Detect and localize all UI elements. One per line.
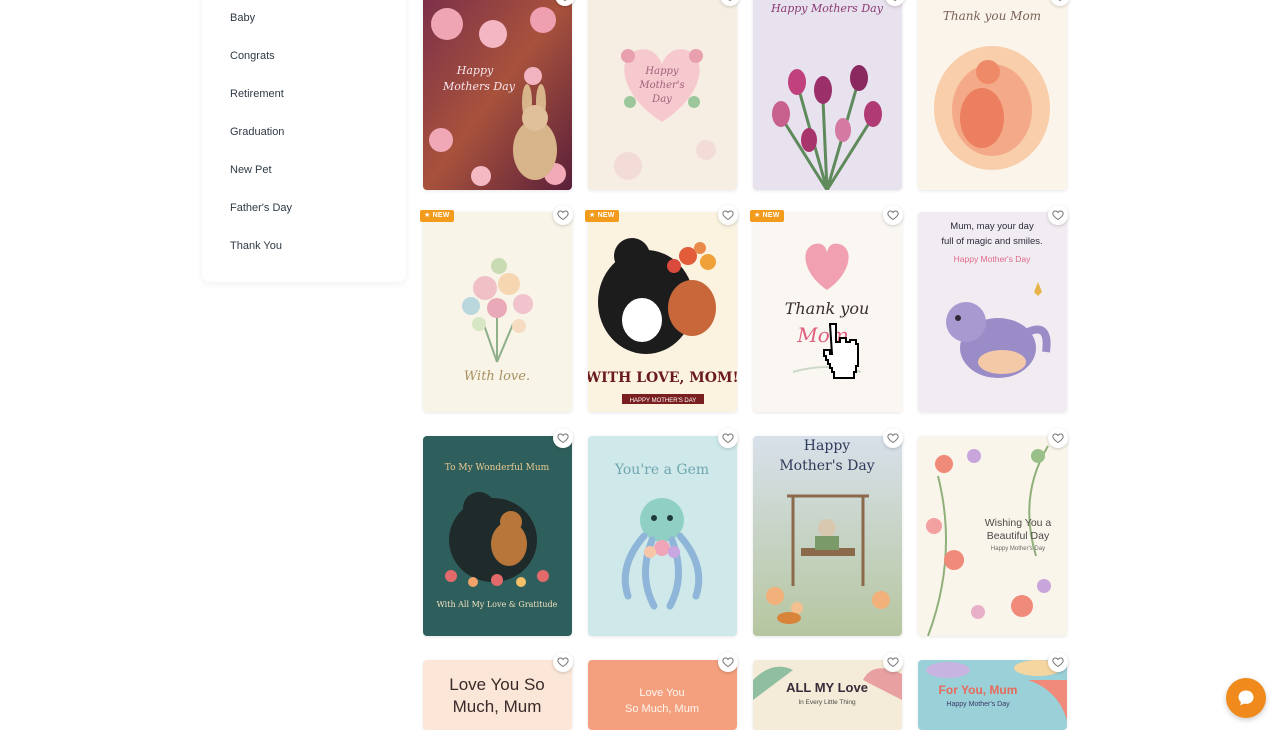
card-title: Beautiful Day — [987, 530, 1050, 542]
card-title: Happy — [456, 64, 494, 77]
card-title: Thank you Mom — [943, 9, 1041, 23]
card-title: Mothers Day — [442, 80, 516, 93]
card-happy-mothers-day-tulips[interactable]: Happy Mothers Day — [753, 0, 902, 190]
card-with-love-bouquet[interactable]: With love. — [423, 212, 572, 412]
card-title: Wishing You a — [985, 517, 1052, 529]
favorite-heart-icon[interactable] — [553, 428, 573, 448]
sidebar-item-fathers-day[interactable]: Father's Day — [230, 202, 292, 214]
new-badge-label: NEW — [597, 212, 615, 219]
card-title: Happy — [644, 66, 678, 77]
favorite-heart-icon[interactable] — [883, 428, 903, 448]
card-title: For You, Mum — [939, 683, 1018, 697]
new-badge: ★ NEW — [420, 210, 454, 222]
favorite-heart-icon[interactable] — [718, 205, 738, 225]
card-title: Mum, may your day — [950, 221, 1034, 232]
card-subtitle: HAPPY MOTHER'S DAY — [630, 398, 697, 404]
card-title: Mother's Day — [779, 458, 874, 474]
card-title: Happy — [804, 438, 850, 454]
card-title: ALL MY Love — [786, 680, 868, 695]
card-wishing-beautiful-day[interactable]: Wishing You a Beautiful Day Happy Mother… — [918, 436, 1067, 636]
sidebar-item-baby[interactable]: Baby — [230, 12, 255, 24]
card-title: Day — [651, 94, 672, 105]
card-title: So Much, Mum — [625, 703, 699, 715]
card-title: Thank you — [785, 299, 870, 318]
card-subtitle: In Every Little Thing — [798, 699, 856, 706]
favorite-heart-icon[interactable] — [718, 428, 738, 448]
card-title: Mother's — [638, 80, 684, 91]
sidebar-item-congrats[interactable]: Congrats — [230, 50, 275, 62]
sidebar-item-graduation[interactable]: Graduation — [230, 126, 284, 138]
sidebar-item-retirement[interactable]: Retirement — [230, 88, 284, 100]
new-badge: ★ NEW — [750, 210, 784, 222]
card-title: full of magic and smiles. — [941, 236, 1042, 247]
card-title: Mom — [796, 323, 848, 347]
chat-bubble-icon[interactable] — [1226, 678, 1266, 718]
favorite-heart-icon[interactable] — [1048, 205, 1068, 225]
new-badge-label: NEW — [432, 212, 450, 219]
card-happy-mothers-day-swing[interactable]: Happy Mother's Day — [753, 436, 902, 636]
card-title: Much, Mum — [453, 697, 542, 716]
favorite-heart-icon[interactable] — [553, 205, 573, 225]
favorite-heart-icon[interactable] — [1048, 428, 1068, 448]
card-title: With love. — [464, 369, 530, 384]
card-title: WITH LOVE, MOM! — [588, 370, 737, 386]
card-happy-mothers-day-heart[interactable]: Happy Mother's Day — [588, 0, 737, 190]
favorite-heart-icon[interactable] — [718, 652, 738, 672]
card-title: To My Wonderful Mum — [445, 463, 550, 473]
card-youre-a-gem-octopus[interactable]: You're a Gem — [588, 436, 737, 636]
card-title: Love You So — [449, 675, 544, 694]
card-thank-you-mom-heart[interactable]: Thank you Mom — [753, 212, 902, 412]
card-subtitle: Happy Mother's Day — [954, 254, 1031, 264]
card-title: You're a Gem — [614, 462, 709, 478]
sidebar-item-thank-you[interactable]: Thank You — [230, 240, 282, 252]
card-title: Happy Mothers Day — [770, 2, 884, 15]
new-badge-label: NEW — [762, 212, 780, 219]
card-happy-mothers-day-bunny[interactable]: Happy Mothers Day — [423, 0, 572, 190]
favorite-heart-icon[interactable] — [553, 652, 573, 672]
category-sidebar: Baby Congrats Retirement Graduation New … — [202, 0, 406, 282]
card-with-love-mom-cat[interactable]: WITH LOVE, MOM! HAPPY MOTHER'S DAY — [588, 212, 737, 412]
card-mum-dragon[interactable]: Mum, may your day full of magic and smil… — [918, 212, 1067, 412]
card-thank-you-mom-watercolor[interactable]: Thank you Mom — [918, 0, 1067, 190]
sidebar-item-new-pet[interactable]: New Pet — [230, 164, 272, 176]
card-subtitle: With All My Love & Gratitude — [437, 600, 558, 609]
card-subtitle: Happy Mother's Day — [991, 546, 1045, 552]
card-wonderful-mum-bears[interactable]: To My Wonderful Mum With All My Love & G… — [423, 436, 572, 636]
favorite-heart-icon[interactable] — [883, 652, 903, 672]
favorite-heart-icon[interactable] — [883, 205, 903, 225]
favorite-heart-icon[interactable] — [1048, 652, 1068, 672]
card-subtitle: Happy Mother's Day — [946, 701, 1010, 708]
new-badge: ★ NEW — [585, 210, 619, 222]
card-title: Love You — [639, 687, 684, 699]
